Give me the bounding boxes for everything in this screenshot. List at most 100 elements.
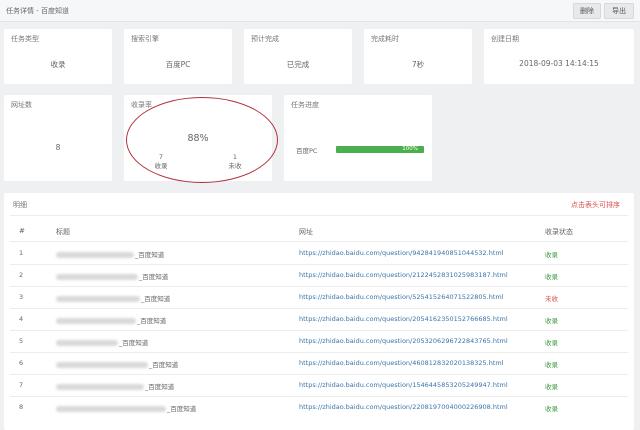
row-title-suffix: _百度知道: [139, 273, 168, 281]
redacted-text: [56, 296, 140, 302]
export-button[interactable]: 导出: [604, 3, 634, 19]
stat-card-index-rate: 收录率 88% 7 收录 1 未收: [124, 95, 272, 181]
page-header: 任务详情 - 百度知道 删除 导出: [0, 0, 640, 22]
row-number: 6: [19, 359, 23, 367]
details-title: 明细: [13, 200, 27, 210]
row-title: _百度知道: [56, 249, 164, 259]
column-header-title[interactable]: 标题: [56, 227, 70, 237]
row-title-suffix: _百度知道: [167, 405, 196, 413]
row-status: 收录: [545, 403, 558, 413]
row-title-suffix: _百度知道: [119, 339, 148, 347]
stat-card-search-engine: 搜索引擎 百度PC: [124, 29, 232, 84]
row-title-suffix: _百度知道: [149, 361, 178, 369]
indexed-count: 7: [146, 153, 176, 162]
redacted-text: [56, 340, 118, 346]
row-url-link[interactable]: https://zhidao.baidu.com/question/212245…: [299, 271, 508, 279]
row-url-link[interactable]: https://zhidao.baidu.com/question/154644…: [299, 381, 508, 389]
table-row: 1 _百度知道 https://zhidao.baidu.com/question/…: [4, 243, 634, 264]
row-url-link[interactable]: https://zhidao.baidu.com/question/942841…: [299, 249, 504, 257]
sort-hint: 点击表头可排序: [571, 200, 620, 210]
delete-button[interactable]: 删除: [573, 3, 601, 19]
table-row: 6 _百度知道 https://zhidao.baidu.com/question/…: [4, 353, 634, 374]
stat-value: 2018-09-03 14:14:15: [484, 59, 634, 68]
row-status: 收录: [545, 249, 558, 259]
row-status: 未收: [545, 293, 558, 303]
table-row: 8 _百度知道 https://zhidao.baidu.com/question/…: [4, 397, 634, 418]
stat-card-estimated-completion: 预计完成 已完成: [244, 29, 352, 84]
row-number: 3: [19, 293, 23, 301]
table-row: 2 _百度知道 https://zhidao.baidu.com/question/…: [4, 265, 634, 286]
not-indexed-count: 1: [220, 153, 250, 162]
row-title: _百度知道: [56, 337, 148, 347]
divider: [10, 241, 628, 242]
row-number: 4: [19, 315, 23, 323]
stat-value: 已完成: [244, 59, 352, 70]
stat-card-task-type: 任务类型 收录: [4, 29, 112, 84]
row-status: 收录: [545, 381, 558, 391]
row-number: 5: [19, 337, 23, 345]
stat-card-url-count: 网址数 8: [4, 95, 112, 181]
stat-label: 搜索引擎: [131, 34, 159, 44]
row-status: 收录: [545, 359, 558, 369]
redacted-text: [56, 318, 136, 324]
row-status: 收录: [545, 271, 558, 281]
index-rate-percent: 88%: [124, 133, 272, 144]
row-title: _百度知道: [56, 381, 174, 391]
details-panel: 明细 点击表头可排序 # 标题 网址 收录状态 1 _百度知道 https://zh…: [4, 193, 634, 430]
row-url-link[interactable]: https://zhidao.baidu.com/question/220819…: [299, 403, 508, 411]
row-title-suffix: _百度知道: [135, 251, 164, 259]
stat-label: 预计完成: [251, 34, 279, 44]
row-title: _百度知道: [56, 359, 178, 369]
row-number: 7: [19, 381, 23, 389]
table-row: 5 _百度知道 https://zhidao.baidu.com/question/…: [4, 331, 634, 352]
row-title: _百度知道: [56, 315, 166, 325]
row-title: _百度知道: [56, 403, 196, 413]
stat-label: 创建日期: [491, 34, 519, 44]
stat-card-task-progress: 任务进度 百度PC 100%: [284, 95, 432, 181]
row-status: 收录: [545, 337, 558, 347]
redacted-text: [56, 362, 148, 368]
row-url-link[interactable]: https://zhidao.baidu.com/question/525415…: [299, 293, 504, 301]
stat-value: 7秒: [364, 59, 472, 70]
indexed-count-block: 7 收录: [146, 153, 176, 171]
indexed-label: 收录: [146, 162, 176, 171]
row-title-suffix: _百度知道: [141, 295, 170, 303]
table-row: 7 _百度知道 https://zhidao.baidu.com/question/…: [4, 375, 634, 396]
row-url-link[interactable]: https://zhidao.baidu.com/question/205320…: [299, 337, 508, 345]
row-number: 1: [19, 249, 23, 257]
row-title: _百度知道: [56, 293, 170, 303]
row-title-suffix: _百度知道: [137, 317, 166, 325]
stat-label: 完成耗时: [371, 34, 399, 44]
row-url-link[interactable]: https://zhidao.baidu.com/question/460812…: [299, 359, 504, 367]
page-title: 任务详情 - 百度知道: [6, 6, 69, 16]
progress-engine-label: 百度PC: [296, 145, 317, 155]
not-indexed-count-block: 1 未收: [220, 153, 250, 171]
divider: [10, 215, 628, 216]
redacted-text: [56, 406, 166, 412]
row-url-link[interactable]: https://zhidao.baidu.com/question/205416…: [299, 315, 508, 323]
row-number: 2: [19, 271, 23, 279]
table-row: 4 _百度知道 https://zhidao.baidu.com/question/…: [4, 309, 634, 330]
table-row: 3 _百度知道 https://zhidao.baidu.com/question/…: [4, 287, 634, 308]
stat-value: 收录: [4, 59, 112, 70]
row-status: 收录: [545, 315, 558, 325]
progress-bar-fill: 100%: [336, 146, 424, 153]
row-title: _百度知道: [56, 271, 168, 281]
progress-bar: 100%: [336, 146, 424, 153]
stat-label: 任务进度: [291, 100, 319, 110]
stat-label: 任务类型: [11, 34, 39, 44]
row-number: 8: [19, 403, 23, 411]
stat-value: 8: [4, 143, 112, 152]
column-header-num[interactable]: #: [19, 227, 25, 235]
redacted-text: [56, 384, 144, 390]
column-header-url[interactable]: 网址: [299, 227, 313, 237]
row-title-suffix: _百度知道: [145, 383, 174, 391]
not-indexed-label: 未收: [220, 162, 250, 171]
stat-card-created-date: 创建日期 2018-09-03 14:14:15: [484, 29, 634, 84]
redacted-text: [56, 274, 138, 280]
column-header-status[interactable]: 收录状态: [545, 227, 573, 237]
redacted-text: [56, 252, 134, 258]
stat-card-duration: 完成耗时 7秒: [364, 29, 472, 84]
stat-value: 百度PC: [124, 59, 232, 70]
stat-label: 收录率: [131, 100, 152, 110]
